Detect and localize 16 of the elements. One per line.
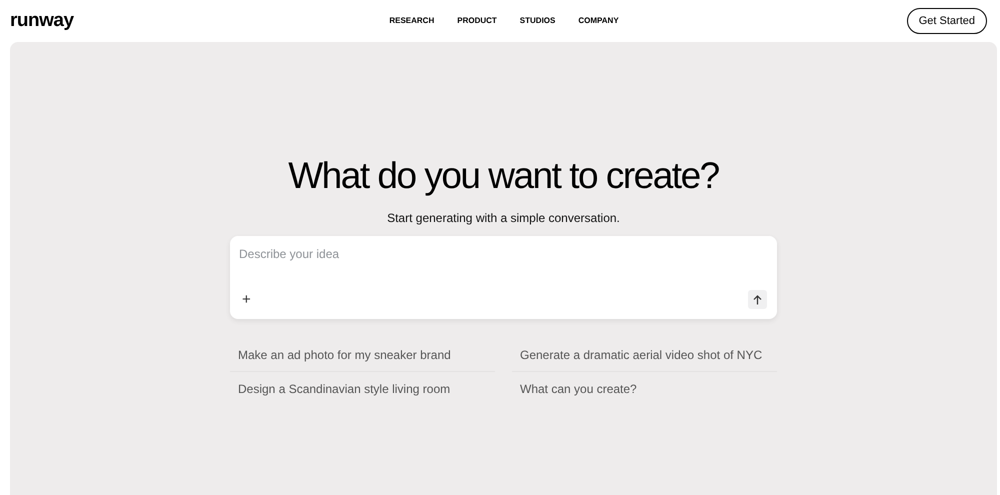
nav-link[interactable]: RESEARCH (389, 15, 434, 27)
prompt-input[interactable]: Describe your idea (239, 245, 689, 263)
arrow-up-icon (753, 294, 762, 304)
nav-link[interactable]: STUDIOS (520, 15, 556, 27)
nav-link[interactable]: COMPANY (578, 15, 619, 27)
get-started-button[interactable]: Get Started (906, 8, 987, 34)
nav-link[interactable]: PRODUCT (457, 15, 497, 27)
suggestion-link[interactable]: Make an ad photo for my sneaker brand (230, 338, 495, 372)
add-button[interactable]: + (242, 291, 251, 309)
hero-heading: What do you want to create? (288, 154, 719, 198)
suggestion-link[interactable]: Generate a dramatic aerial video shot of NYC (512, 338, 777, 372)
suggestion-link[interactable]: Design a Scandinavian style living room (230, 372, 495, 406)
suggestion-link[interactable]: What can you create? (512, 372, 777, 406)
send-button[interactable] (748, 290, 767, 309)
logo[interactable]: runway (10, 6, 74, 36)
hero-subtitle: Start generating with a simple conversation. (387, 210, 620, 227)
